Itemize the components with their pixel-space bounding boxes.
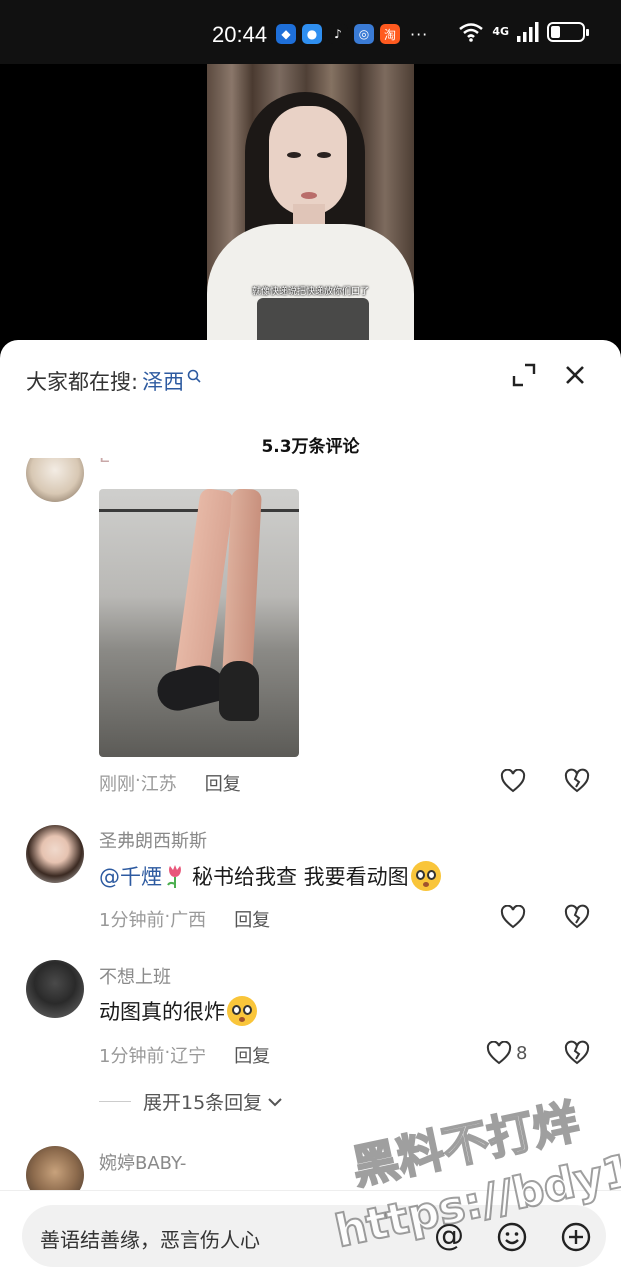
comment-username[interactable]: 婉婷BABY- bbox=[99, 1149, 186, 1175]
app-screen: 20:44 ◆ ● ♪ ◎ 淘 ··· 4G 就像快递说把快递放你们口了 大家都… bbox=[0, 0, 621, 1280]
comment-time: 1分钟前 bbox=[99, 910, 165, 931]
search-icon bbox=[187, 369, 201, 383]
broken-heart-icon[interactable] bbox=[564, 768, 590, 794]
comment-text: @千煙 秘书给我查 我要看动图 bbox=[99, 861, 441, 891]
comment-input-placeholder: 善语结善缘，恶言伤人心 bbox=[40, 1228, 260, 1252]
comment-time: 1分钟前 bbox=[99, 1046, 165, 1067]
comment-meta: 1分钟前 · 广西 回复 bbox=[99, 906, 271, 932]
comment-location: 广西 bbox=[170, 910, 207, 931]
comment-meta: 刚刚 · 江苏 回复 bbox=[99, 770, 241, 796]
avatar[interactable] bbox=[26, 825, 84, 883]
comment-username[interactable]: L bbox=[99, 458, 109, 467]
like-count: 8 bbox=[516, 1042, 528, 1064]
status-app-icons: ◆ ● ♪ ◎ 淘 ··· bbox=[276, 24, 428, 44]
battery-icon bbox=[547, 22, 589, 42]
status-time: 20:44 bbox=[212, 22, 268, 47]
taobao-icon: 淘 bbox=[380, 24, 400, 44]
status-indicators: 4G bbox=[458, 22, 589, 42]
comment-time: 刚刚 bbox=[99, 774, 135, 795]
avatar[interactable] bbox=[26, 960, 84, 1018]
broken-heart-icon[interactable] bbox=[564, 1040, 590, 1066]
reply-button[interactable]: 回复 bbox=[205, 770, 241, 796]
tiktok-icon: ♪ bbox=[328, 24, 348, 44]
heart-icon bbox=[500, 905, 526, 929]
avatar[interactable] bbox=[26, 458, 84, 502]
comment-username[interactable]: 圣弗朗西斯斯 bbox=[99, 827, 207, 853]
comment-location: 江苏 bbox=[140, 774, 177, 795]
browser-icon: ◎ bbox=[354, 24, 374, 44]
video-subtitle: 就像快递说把快递放你们口了 bbox=[251, 287, 369, 297]
flushed-emoji-icon bbox=[410, 861, 441, 891]
wifi-icon bbox=[459, 23, 484, 42]
avatar[interactable] bbox=[26, 1146, 84, 1190]
broken-heart-icon[interactable] bbox=[564, 904, 590, 930]
expand-replies-button[interactable]: 展开15条回复 bbox=[99, 1088, 284, 1115]
like-button[interactable] bbox=[500, 904, 528, 930]
heart-icon bbox=[500, 769, 526, 793]
close-icon[interactable] bbox=[562, 362, 588, 388]
comments-sheet: 大家都在搜: 泽西 5.3万条评论 L bbox=[0, 340, 621, 1280]
comment-location: 辽宁 bbox=[170, 1046, 207, 1067]
mention-link[interactable]: @千煙 bbox=[99, 861, 162, 891]
chevron-down-icon bbox=[268, 1097, 282, 1106]
like-button[interactable]: 8 bbox=[486, 1040, 530, 1066]
comment-input[interactable]: 善语结善缘，恶言伤人心 @ bbox=[22, 1205, 606, 1267]
video-player[interactable]: 就像快递说把快递放你们口了 bbox=[207, 64, 414, 354]
comment-gif-image[interactable] bbox=[99, 489, 299, 757]
hot-search-label: 大家都在搜: bbox=[26, 370, 139, 394]
hot-search-term[interactable]: 泽西 bbox=[142, 366, 184, 396]
status-bar: 20:44 ◆ ● ♪ ◎ 淘 ··· 4G bbox=[0, 0, 621, 64]
reply-button[interactable]: 回复 bbox=[234, 1042, 270, 1068]
hot-search-row[interactable]: 大家都在搜: 泽西 bbox=[26, 366, 202, 396]
comment-text: 动图真的很炸 bbox=[99, 996, 257, 1026]
mention-at-icon[interactable]: @ bbox=[434, 1221, 464, 1252]
like-button[interactable] bbox=[500, 768, 528, 794]
network-type: 4G bbox=[492, 25, 509, 38]
tulip-emoji-icon bbox=[167, 865, 181, 888]
expand-icon[interactable] bbox=[511, 362, 537, 388]
comment-username[interactable]: 不想上班 bbox=[99, 963, 171, 989]
add-media-icon[interactable] bbox=[560, 1221, 592, 1253]
emoji-picker-icon[interactable] bbox=[496, 1221, 528, 1253]
message-icon: ● bbox=[302, 24, 322, 44]
comment-meta: 1分钟前 · 辽宁 回复 bbox=[99, 1042, 271, 1068]
signal-icon bbox=[517, 22, 539, 42]
heart-icon bbox=[486, 1041, 512, 1065]
surprised-emoji-icon bbox=[227, 996, 257, 1026]
more-notifications-icon: ··· bbox=[410, 24, 429, 44]
reply-button[interactable]: 回复 bbox=[234, 906, 270, 932]
comment-list[interactable]: L 刚刚 · 江苏 回复 bbox=[0, 458, 621, 1190]
shield-icon: ◆ bbox=[276, 24, 296, 44]
comment-count: 5.3万条评论 bbox=[261, 437, 360, 457]
comment-input-bar: 善语结善缘，恶言伤人心 @ bbox=[0, 1190, 621, 1280]
